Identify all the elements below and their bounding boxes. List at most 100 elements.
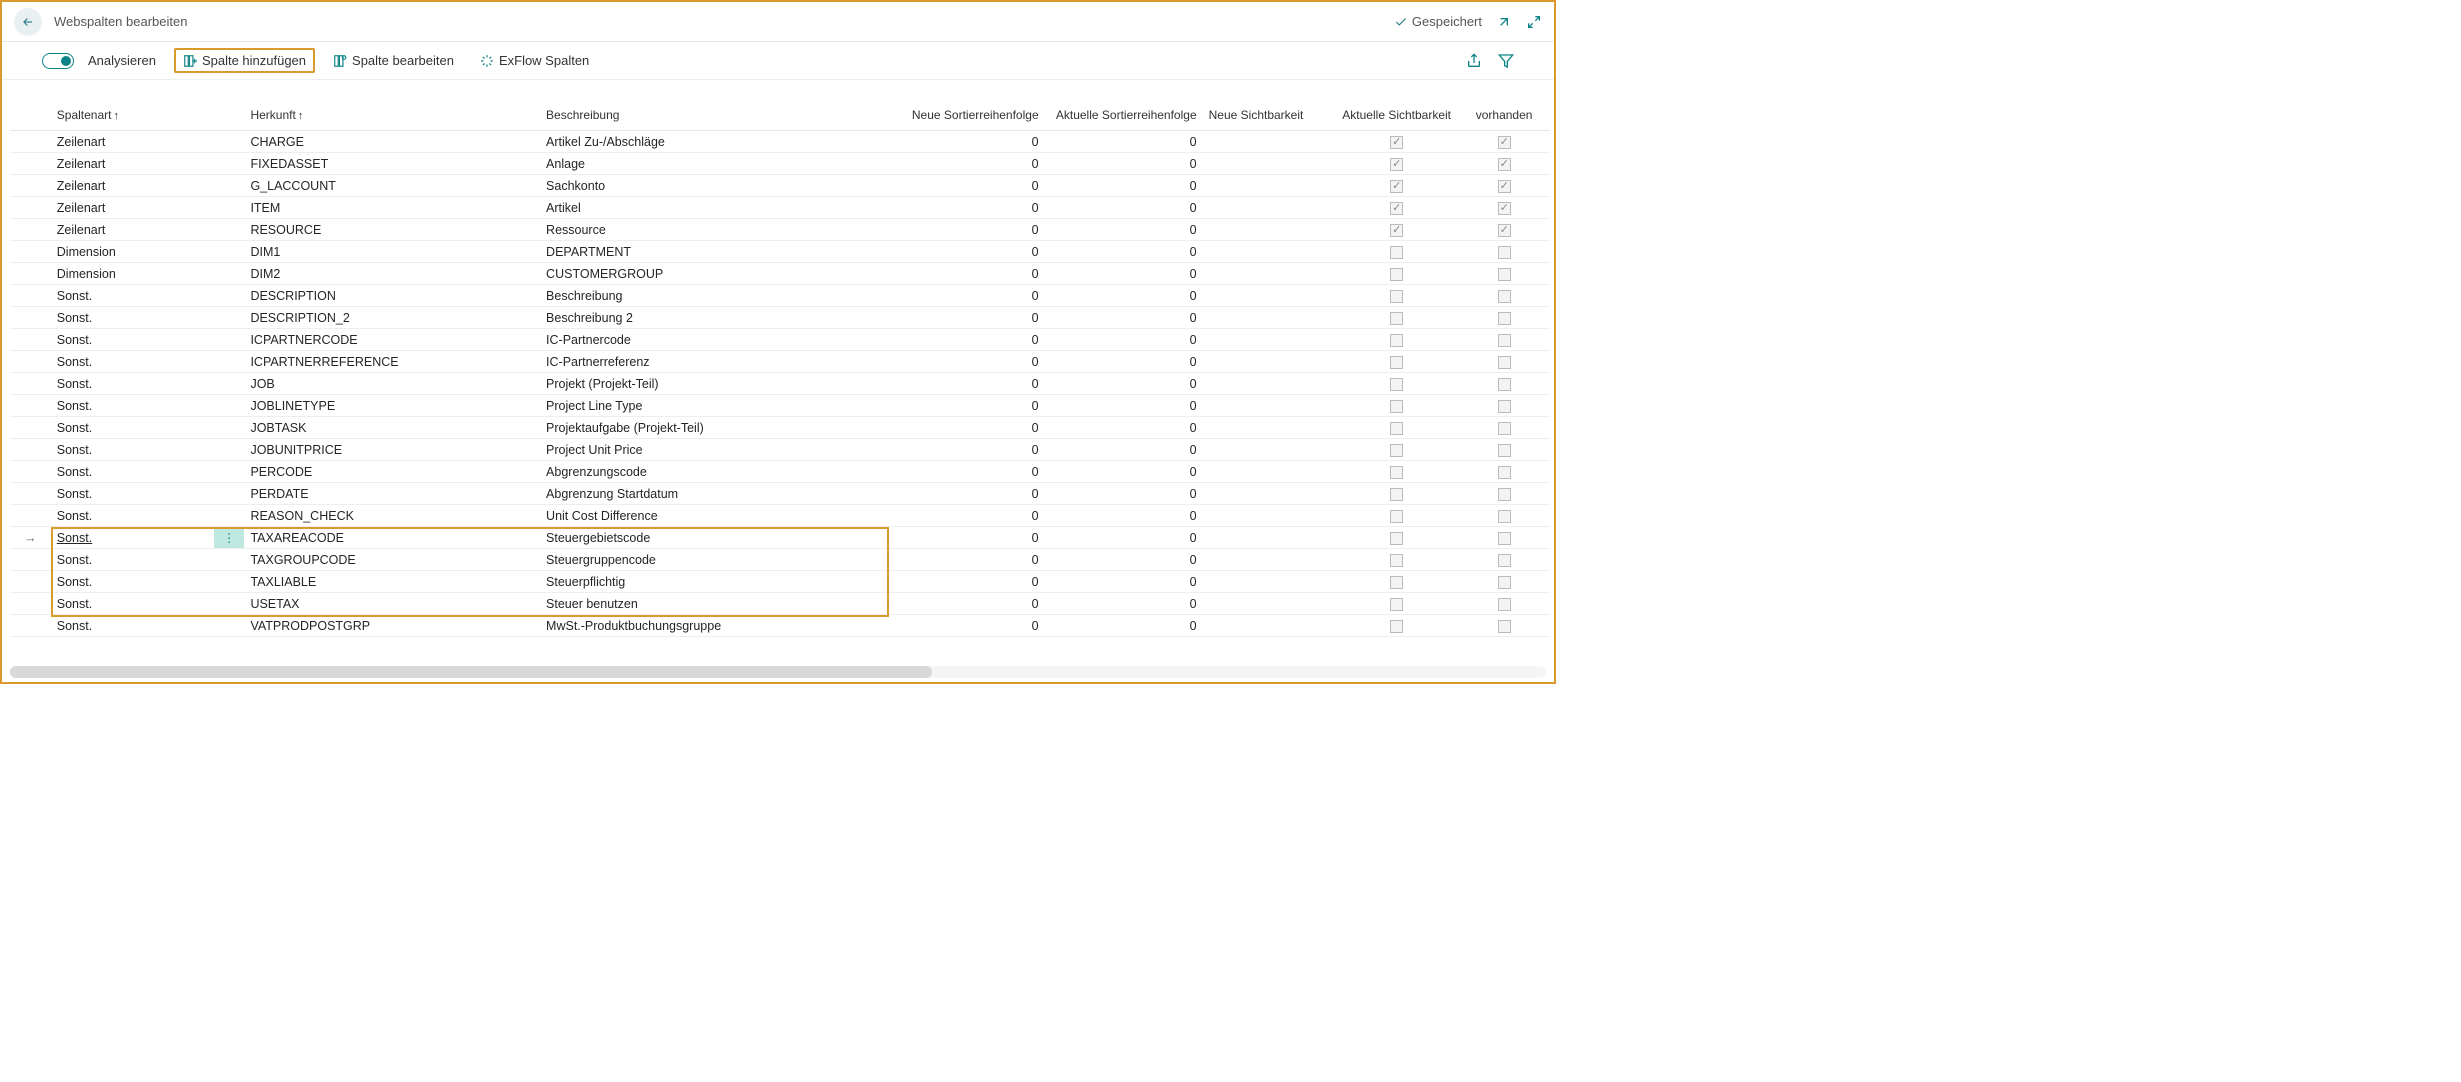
cell-row-actions[interactable] xyxy=(214,417,245,439)
cell-aktuelle-sortierreihenfolge[interactable]: 0 xyxy=(1045,197,1203,219)
cell-herkunft[interactable]: JOBUNITPRICE xyxy=(244,439,540,461)
filter-button[interactable] xyxy=(1498,53,1514,69)
table-row[interactable]: Sonst.PERCODEAbgrenzungscode00 xyxy=(10,461,1550,483)
cell-vorhanden[interactable] xyxy=(1458,439,1550,461)
cell-herkunft[interactable]: USETAX xyxy=(244,593,540,615)
cell-aktuelle-sichtbarkeit[interactable] xyxy=(1335,263,1458,285)
cell-neue-sortierreihenfolge[interactable]: 0 xyxy=(887,131,1045,153)
cell-aktuelle-sortierreihenfolge[interactable]: 0 xyxy=(1045,417,1203,439)
cell-spaltenart[interactable]: Sonst. xyxy=(51,285,214,307)
cell-herkunft[interactable]: FIXEDASSET xyxy=(244,153,540,175)
table-row[interactable]: Sonst.TAXGROUPCODESteuergruppencode00 xyxy=(10,549,1550,571)
cell-herkunft[interactable]: DIM2 xyxy=(244,263,540,285)
cell-aktuelle-sortierreihenfolge[interactable]: 0 xyxy=(1045,571,1203,593)
cell-beschreibung[interactable]: Projekt (Projekt-Teil) xyxy=(540,373,887,395)
col-header-herkunft[interactable]: Herkunft↑ xyxy=(244,104,540,131)
col-header-neue-sortierreihenfolge[interactable]: Neue Sortierreihenfolge xyxy=(887,104,1045,131)
cell-row-actions[interactable] xyxy=(214,615,245,637)
cell-herkunft[interactable]: RESOURCE xyxy=(244,219,540,241)
cell-row-actions[interactable] xyxy=(214,439,245,461)
cell-neue-sichtbarkeit[interactable] xyxy=(1203,131,1336,153)
open-new-window-button[interactable] xyxy=(1496,14,1512,30)
cell-aktuelle-sortierreihenfolge[interactable]: 0 xyxy=(1045,505,1203,527)
cell-spaltenart[interactable]: Sonst. xyxy=(51,593,214,615)
cell-neue-sichtbarkeit[interactable] xyxy=(1203,571,1336,593)
table-row[interactable]: Sonst.JOBProjekt (Projekt-Teil)00 xyxy=(10,373,1550,395)
cell-aktuelle-sortierreihenfolge[interactable]: 0 xyxy=(1045,351,1203,373)
table-row[interactable]: Sonst.DESCRIPTION_2Beschreibung 200 xyxy=(10,307,1550,329)
cell-beschreibung[interactable]: Project Unit Price xyxy=(540,439,887,461)
cell-neue-sichtbarkeit[interactable] xyxy=(1203,197,1336,219)
cell-neue-sichtbarkeit[interactable] xyxy=(1203,219,1336,241)
cell-neue-sortierreihenfolge[interactable]: 0 xyxy=(887,351,1045,373)
cell-vorhanden[interactable] xyxy=(1458,329,1550,351)
table-row[interactable]: Sonst.TAXLIABLESteuerpflichtig00 xyxy=(10,571,1550,593)
cell-neue-sortierreihenfolge[interactable]: 0 xyxy=(887,175,1045,197)
cell-beschreibung[interactable]: Unit Cost Difference xyxy=(540,505,887,527)
cell-spaltenart[interactable]: Sonst. xyxy=(51,615,214,637)
cell-aktuelle-sortierreihenfolge[interactable]: 0 xyxy=(1045,461,1203,483)
cell-aktuelle-sortierreihenfolge[interactable]: 0 xyxy=(1045,131,1203,153)
cell-aktuelle-sichtbarkeit[interactable] xyxy=(1335,175,1458,197)
cell-beschreibung[interactable]: Abgrenzungscode xyxy=(540,461,887,483)
table-row[interactable]: Sonst.JOBTASKProjektaufgabe (Projekt-Tei… xyxy=(10,417,1550,439)
cell-row-actions[interactable] xyxy=(214,351,245,373)
cell-neue-sortierreihenfolge[interactable]: 0 xyxy=(887,329,1045,351)
cell-neue-sortierreihenfolge[interactable]: 0 xyxy=(887,395,1045,417)
share-button[interactable] xyxy=(1466,53,1482,69)
cell-beschreibung[interactable]: Artikel xyxy=(540,197,887,219)
table-row[interactable]: Sonst.ICPARTNERREFERENCEIC-Partnerrefere… xyxy=(10,351,1550,373)
cell-aktuelle-sortierreihenfolge[interactable]: 0 xyxy=(1045,307,1203,329)
cell-neue-sortierreihenfolge[interactable]: 0 xyxy=(887,615,1045,637)
cell-aktuelle-sichtbarkeit[interactable] xyxy=(1335,131,1458,153)
cell-neue-sortierreihenfolge[interactable]: 0 xyxy=(887,197,1045,219)
cell-herkunft[interactable]: DESCRIPTION_2 xyxy=(244,307,540,329)
cell-neue-sortierreihenfolge[interactable]: 0 xyxy=(887,307,1045,329)
horizontal-scrollbar[interactable] xyxy=(10,666,1546,678)
cell-spaltenart[interactable]: Sonst. xyxy=(51,307,214,329)
cell-neue-sichtbarkeit[interactable] xyxy=(1203,483,1336,505)
cell-beschreibung[interactable]: IC-Partnercode xyxy=(540,329,887,351)
cell-beschreibung[interactable]: Projektaufgabe (Projekt-Teil) xyxy=(540,417,887,439)
collapse-button[interactable] xyxy=(1526,14,1542,30)
table-row[interactable]: ZeilenartCHARGEArtikel Zu-/Abschläge00 xyxy=(10,131,1550,153)
cell-herkunft[interactable]: DIM1 xyxy=(244,241,540,263)
cell-aktuelle-sichtbarkeit[interactable] xyxy=(1335,153,1458,175)
cell-aktuelle-sortierreihenfolge[interactable]: 0 xyxy=(1045,549,1203,571)
cell-spaltenart[interactable]: Sonst. xyxy=(51,483,214,505)
cell-neue-sichtbarkeit[interactable] xyxy=(1203,307,1336,329)
cell-spaltenart[interactable]: Sonst. xyxy=(51,373,214,395)
cell-beschreibung[interactable]: CUSTOMERGROUP xyxy=(540,263,887,285)
cell-herkunft[interactable]: PERDATE xyxy=(244,483,540,505)
cell-aktuelle-sichtbarkeit[interactable] xyxy=(1335,241,1458,263)
cell-neue-sichtbarkeit[interactable] xyxy=(1203,461,1336,483)
cell-aktuelle-sichtbarkeit[interactable] xyxy=(1335,527,1458,549)
cell-beschreibung[interactable]: Beschreibung 2 xyxy=(540,307,887,329)
cell-herkunft[interactable]: ICPARTNERREFERENCE xyxy=(244,351,540,373)
cell-aktuelle-sichtbarkeit[interactable] xyxy=(1335,571,1458,593)
cell-vorhanden[interactable] xyxy=(1458,197,1550,219)
cell-beschreibung[interactable]: MwSt.-Produktbuchungsgruppe xyxy=(540,615,887,637)
cell-neue-sortierreihenfolge[interactable]: 0 xyxy=(887,527,1045,549)
cell-aktuelle-sichtbarkeit[interactable] xyxy=(1335,219,1458,241)
cell-aktuelle-sortierreihenfolge[interactable]: 0 xyxy=(1045,219,1203,241)
cell-aktuelle-sichtbarkeit[interactable] xyxy=(1335,197,1458,219)
cell-spaltenart[interactable]: Sonst. xyxy=(51,351,214,373)
cell-herkunft[interactable]: PERCODE xyxy=(244,461,540,483)
table-row[interactable]: ZeilenartITEMArtikel00 xyxy=(10,197,1550,219)
table-row[interactable]: Sonst.ICPARTNERCODEIC-Partnercode00 xyxy=(10,329,1550,351)
table-row[interactable]: Sonst.JOBUNITPRICEProject Unit Price00 xyxy=(10,439,1550,461)
cell-vorhanden[interactable] xyxy=(1458,549,1550,571)
cell-neue-sichtbarkeit[interactable] xyxy=(1203,373,1336,395)
table-row[interactable]: Sonst.PERDATEAbgrenzung Startdatum00 xyxy=(10,483,1550,505)
cell-neue-sichtbarkeit[interactable] xyxy=(1203,395,1336,417)
col-header-aktuelle-sortierreihenfolge[interactable]: Aktuelle Sortierreihenfolge xyxy=(1045,104,1203,131)
cell-neue-sichtbarkeit[interactable] xyxy=(1203,615,1336,637)
cell-beschreibung[interactable]: Anlage xyxy=(540,153,887,175)
cell-neue-sichtbarkeit[interactable] xyxy=(1203,505,1336,527)
cell-herkunft[interactable]: JOBTASK xyxy=(244,417,540,439)
cell-herkunft[interactable]: TAXLIABLE xyxy=(244,571,540,593)
cell-row-actions[interactable] xyxy=(214,571,245,593)
cell-aktuelle-sichtbarkeit[interactable] xyxy=(1335,505,1458,527)
cell-neue-sortierreihenfolge[interactable]: 0 xyxy=(887,461,1045,483)
